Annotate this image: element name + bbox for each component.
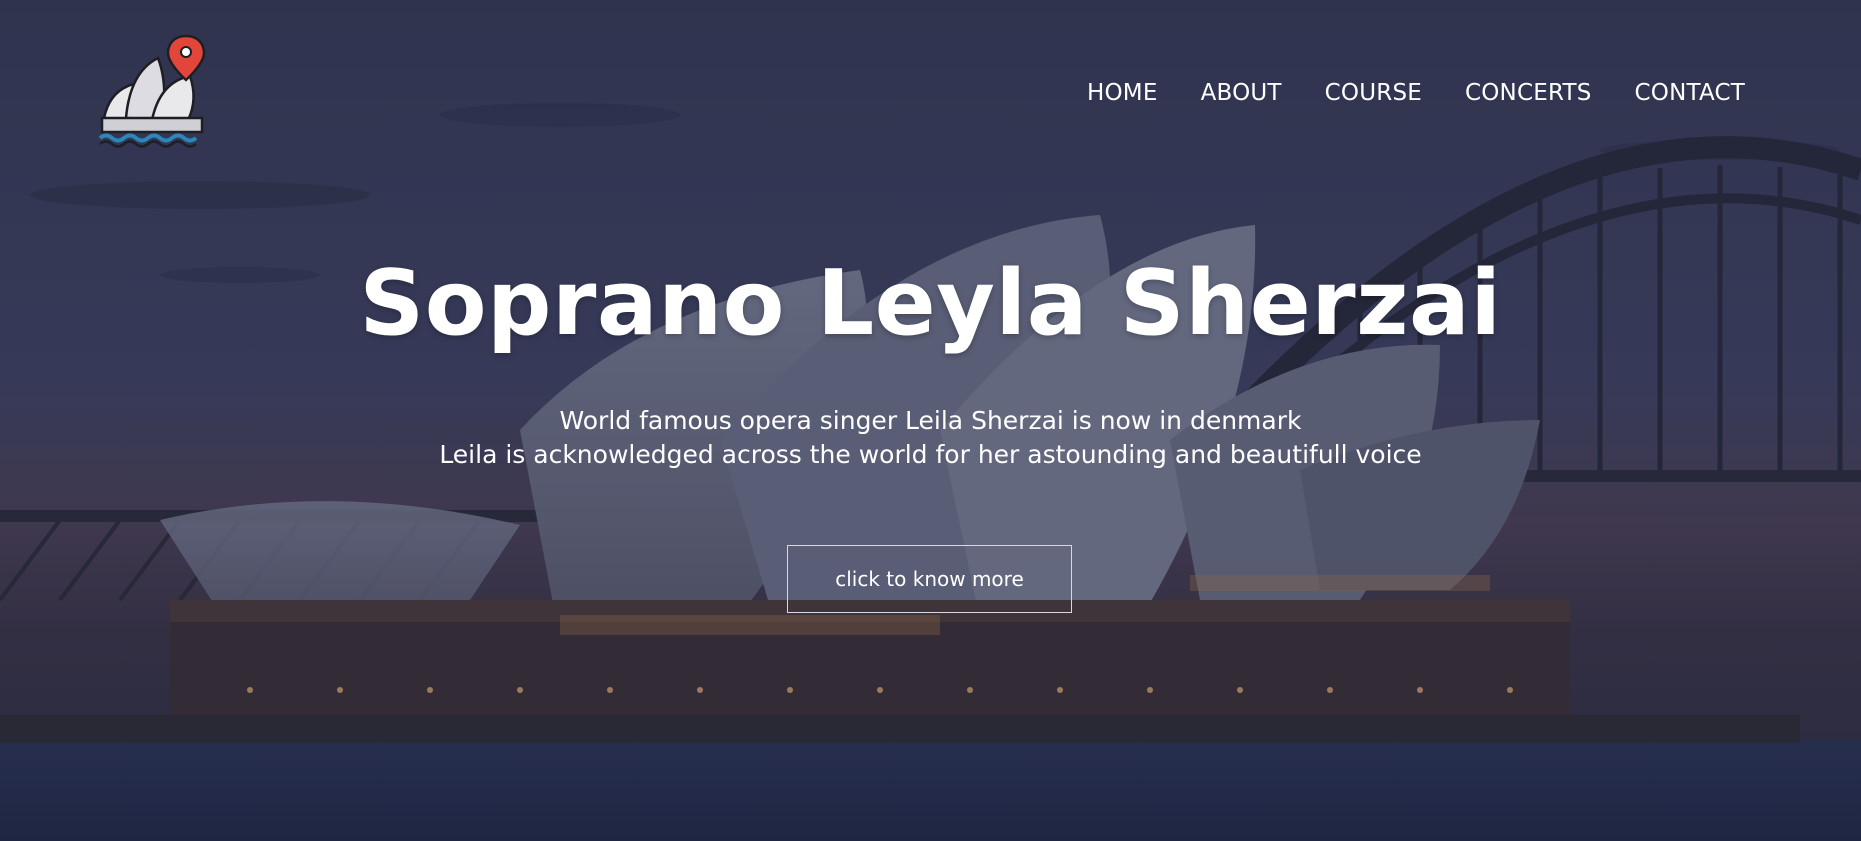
- nav-item-concerts[interactable]: CONCERTS: [1465, 76, 1592, 110]
- hero-title: Soprano Leyla Sherzai: [359, 251, 1502, 356]
- hero-section: HOME ABOUT COURSE CONCERTS CONTACT Sopra…: [0, 0, 1861, 841]
- main-nav: HOME ABOUT COURSE CONCERTS CONTACT: [1087, 76, 1745, 110]
- hero-subtitle-line-2: Leila is acknowledged across the world f…: [439, 440, 1422, 469]
- nav-item-contact[interactable]: CONTACT: [1635, 76, 1745, 110]
- nav-item-about[interactable]: ABOUT: [1201, 76, 1282, 110]
- nav-item-course[interactable]: COURSE: [1325, 76, 1422, 110]
- nav-item-home[interactable]: HOME: [1087, 76, 1158, 110]
- know-more-button[interactable]: click to know more: [787, 545, 1072, 613]
- hero-subtitle: World famous opera singer Leila Sherzai …: [0, 404, 1861, 472]
- site-header: HOME ABOUT COURSE CONCERTS CONTACT: [0, 0, 1861, 160]
- know-more-button-label: click to know more: [835, 567, 1024, 591]
- hero-subtitle-line-1: World famous opera singer Leila Sherzai …: [559, 406, 1302, 435]
- opera-house-location-icon[interactable]: [96, 34, 210, 148]
